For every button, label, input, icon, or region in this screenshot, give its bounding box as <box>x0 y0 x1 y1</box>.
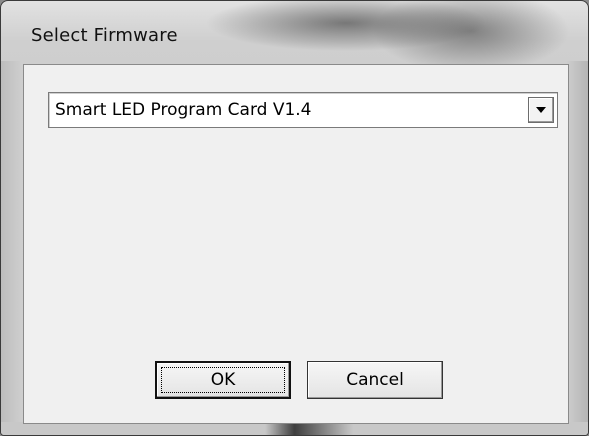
cancel-button[interactable]: Cancel <box>307 361 443 399</box>
window-left-frame <box>1 61 23 431</box>
firmware-dropdown[interactable]: Smart LED Program Card V1.4 <box>48 92 558 128</box>
title-bar[interactable]: Select Firmware <box>1 1 588 65</box>
ok-button[interactable]: OK <box>155 361 291 399</box>
window-title: Select Firmware <box>31 25 178 46</box>
window-right-frame <box>567 61 588 431</box>
dialog-window: Select Firmware Smart LED Program Card V… <box>0 0 589 436</box>
cancel-button-label: Cancel <box>346 370 404 390</box>
dialog-content-area: Smart LED Program Card V1.4 OK Cancel <box>23 64 569 424</box>
chevron-down-icon <box>536 107 546 113</box>
firmware-dropdown-value: Smart LED Program Card V1.4 <box>55 100 312 120</box>
dropdown-button[interactable] <box>528 97 554 123</box>
focus-rectangle <box>161 367 285 393</box>
